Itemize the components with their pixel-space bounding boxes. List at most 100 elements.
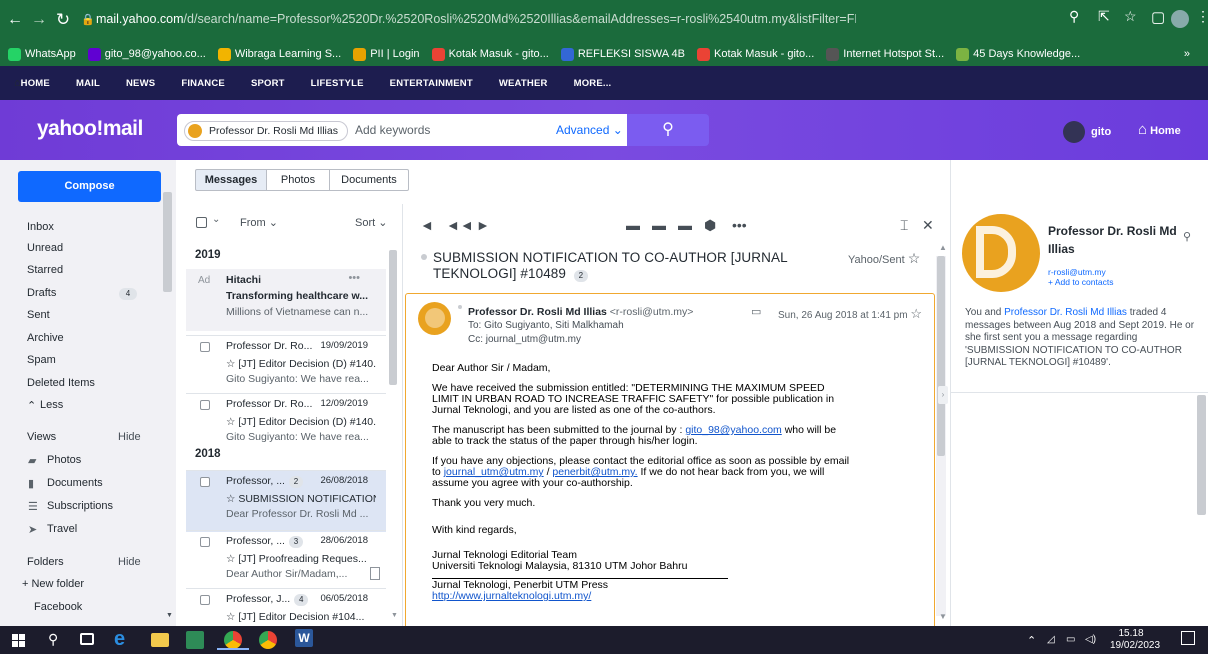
tab-documents[interactable]: Documents: [329, 169, 409, 191]
search-chip[interactable]: Professor Dr. Rosli Md Illias: [184, 121, 348, 141]
panel-expand-icon[interactable]: ›: [938, 386, 948, 404]
reply-all-icon[interactable]: ◄◄: [446, 217, 474, 233]
edge-icon[interactable]: e: [114, 628, 125, 651]
battery-icon[interactable]: ▭: [1066, 634, 1075, 645]
sidebar-folder[interactable]: Starred: [27, 264, 137, 276]
advanced-search-button[interactable]: Advanced ⌄: [556, 123, 623, 137]
compose-button[interactable]: Compose: [18, 171, 161, 202]
sidebar-folder[interactable]: Deleted Items: [27, 377, 137, 389]
home-link[interactable]: ⌂ Home: [1138, 121, 1181, 138]
panel-scrollbar[interactable]: [1197, 395, 1206, 515]
bookmark-item[interactable]: Kotak Masuk - gito...: [431, 47, 549, 61]
bookmark-item[interactable]: WhatsApp: [8, 47, 76, 61]
delete-icon[interactable]: ▬: [678, 217, 692, 233]
list-scrollbar-thumb[interactable]: [389, 250, 397, 385]
sort-menu[interactable]: Sort ⌄: [355, 216, 387, 229]
select-all-checkbox[interactable]: [196, 217, 207, 228]
menu-kebab-icon[interactable]: ⋮: [1196, 8, 1208, 25]
list-item[interactable]: Professor Dr. Ro... 19/09/2019 ☆ [JT] Edit…: [186, 335, 386, 397]
more-icon[interactable]: •••: [732, 217, 747, 233]
tray-chevron-icon[interactable]: ⌃: [1027, 634, 1036, 647]
yahoo-nav-item[interactable]: MORE...: [574, 78, 612, 89]
tab-messages[interactable]: Messages: [195, 169, 267, 191]
chrome-icon-2[interactable]: [259, 631, 277, 649]
contact-email[interactable]: r-rosli@utm.my: [1048, 267, 1113, 277]
item-checkbox[interactable]: [200, 477, 210, 487]
zoom-icon[interactable]: ⚲: [1069, 8, 1079, 25]
notifications-icon[interactable]: [1181, 631, 1195, 645]
clock[interactable]: 15.18 19/02/2023: [1110, 628, 1160, 652]
url-bar[interactable]: mail.yahoo.com/d/search/name=Professor%2…: [96, 8, 856, 30]
file-explorer-icon[interactable]: [151, 633, 169, 647]
item-checkbox[interactable]: [200, 400, 210, 410]
yahoo-nav-item[interactable]: ENTERTAINMENT: [390, 78, 473, 89]
list-item[interactable]: Professor Dr. Ro... 12/09/2019 ☆ [JT] Edit…: [186, 393, 386, 455]
yahoo-mail-logo[interactable]: yahoo!mail: [37, 117, 143, 141]
network-icon[interactable]: ◿: [1047, 634, 1055, 645]
sidebar-scroll-down-icon[interactable]: ▼: [166, 612, 173, 619]
move-icon[interactable]: ▬: [652, 217, 666, 233]
tab-photos[interactable]: Photos: [266, 169, 330, 191]
reload-icon[interactable]: ↻: [50, 10, 76, 30]
ad-more-icon[interactable]: •••: [348, 272, 360, 284]
add-to-contacts-link[interactable]: + Add to contacts: [1048, 277, 1113, 287]
star-icon[interactable]: ☆: [908, 250, 921, 266]
ad-item[interactable]: Ad Hitachi ••• Transforming healthcare w...…: [186, 269, 386, 331]
sidebar-folder[interactable]: Sent: [27, 309, 137, 321]
list-item[interactable]: Professor, ... 2 26/08/2018 ☆ SUBMISSION NO…: [186, 470, 386, 532]
word-icon[interactable]: W: [295, 629, 313, 647]
scroll-down-icon[interactable]: ▼: [939, 612, 947, 621]
print-icon[interactable]: ▭: [751, 305, 761, 318]
yahoo-nav-item[interactable]: NEWS: [126, 78, 155, 89]
volume-icon[interactable]: ◁): [1085, 634, 1096, 645]
reply-icon[interactable]: ◄: [420, 217, 434, 233]
from-filter[interactable]: From ⌄: [240, 216, 278, 229]
bookmark-item[interactable]: REFLEKSI SISWA 4B: [560, 47, 685, 61]
less-toggle[interactable]: Less: [40, 399, 63, 411]
taskbar-app-icon[interactable]: [186, 631, 204, 649]
sidebar-folder[interactable]: Spam: [27, 354, 137, 366]
windows-start-icon[interactable]: [12, 634, 25, 647]
sender-avatar[interactable]: [418, 302, 451, 335]
list-scroll-down-icon[interactable]: ▼: [391, 612, 398, 619]
sidebar-scrollbar[interactable]: [163, 192, 172, 292]
user-menu[interactable]: gito: [1063, 121, 1111, 143]
list-item[interactable]: Professor, ... 3 28/06/2018 ☆ [JT] Proofrea…: [186, 530, 386, 592]
share-icon[interactable]: ⇱: [1098, 8, 1110, 25]
sender-line[interactable]: Professor Dr. Rosli Md Illias <r-rosli@u…: [468, 306, 693, 318]
sidebar-folder[interactable]: Archive: [27, 332, 137, 344]
sidebar-folder[interactable]: Inbox: [27, 221, 137, 233]
chrome-icon[interactable]: [224, 631, 242, 649]
custom-folder[interactable]: Facebook: [34, 601, 82, 613]
yahoo-nav-item[interactable]: SPORT: [251, 78, 285, 89]
forward-icon[interactable]: →: [26, 11, 52, 29]
view-item[interactable]: Subscriptions: [47, 500, 113, 512]
yahoo-nav-item[interactable]: HOME: [21, 78, 50, 89]
close-icon[interactable]: ✕: [922, 217, 934, 234]
view-item[interactable]: Documents: [47, 477, 103, 489]
bookmark-item[interactable]: 45 Days Knowledge...: [956, 47, 1080, 61]
archive-icon[interactable]: ▬: [626, 217, 640, 233]
contact-name-link[interactable]: Professor Dr. Rosli Md Illias: [1004, 307, 1127, 318]
scroll-up-icon[interactable]: ▲: [939, 243, 947, 252]
bookmark-item[interactable]: Wibraga Learning S...: [217, 47, 341, 61]
select-menu-chevron-icon[interactable]: ⌄: [212, 214, 220, 225]
yahoo-nav-item[interactable]: LIFESTYLE: [311, 78, 364, 89]
view-item[interactable]: Travel: [47, 523, 77, 535]
list-scrollbar[interactable]: [389, 250, 399, 610]
collapse-icon[interactable]: ⌶: [900, 217, 908, 234]
item-checkbox[interactable]: [200, 595, 210, 605]
view-item[interactable]: Photos: [47, 454, 81, 466]
search-button[interactable]: ⚲: [627, 114, 709, 146]
sidebar-folder[interactable]: Drafts 4: [27, 287, 137, 300]
back-icon[interactable]: ←: [2, 11, 28, 29]
bookmark-star-icon[interactable]: ☆: [1124, 8, 1137, 25]
contact-search-icon[interactable]: ⚲: [1183, 230, 1191, 243]
less-chevron-icon[interactable]: ⌃: [27, 399, 36, 412]
message-star-icon[interactable]: ☆: [910, 306, 922, 321]
item-checkbox[interactable]: [200, 537, 210, 547]
folders-hide[interactable]: Hide: [118, 556, 141, 568]
taskbar-search-icon[interactable]: ⚲: [48, 631, 58, 648]
task-view-icon[interactable]: [80, 633, 94, 645]
reading-scrollbar-thumb[interactable]: [937, 256, 945, 456]
